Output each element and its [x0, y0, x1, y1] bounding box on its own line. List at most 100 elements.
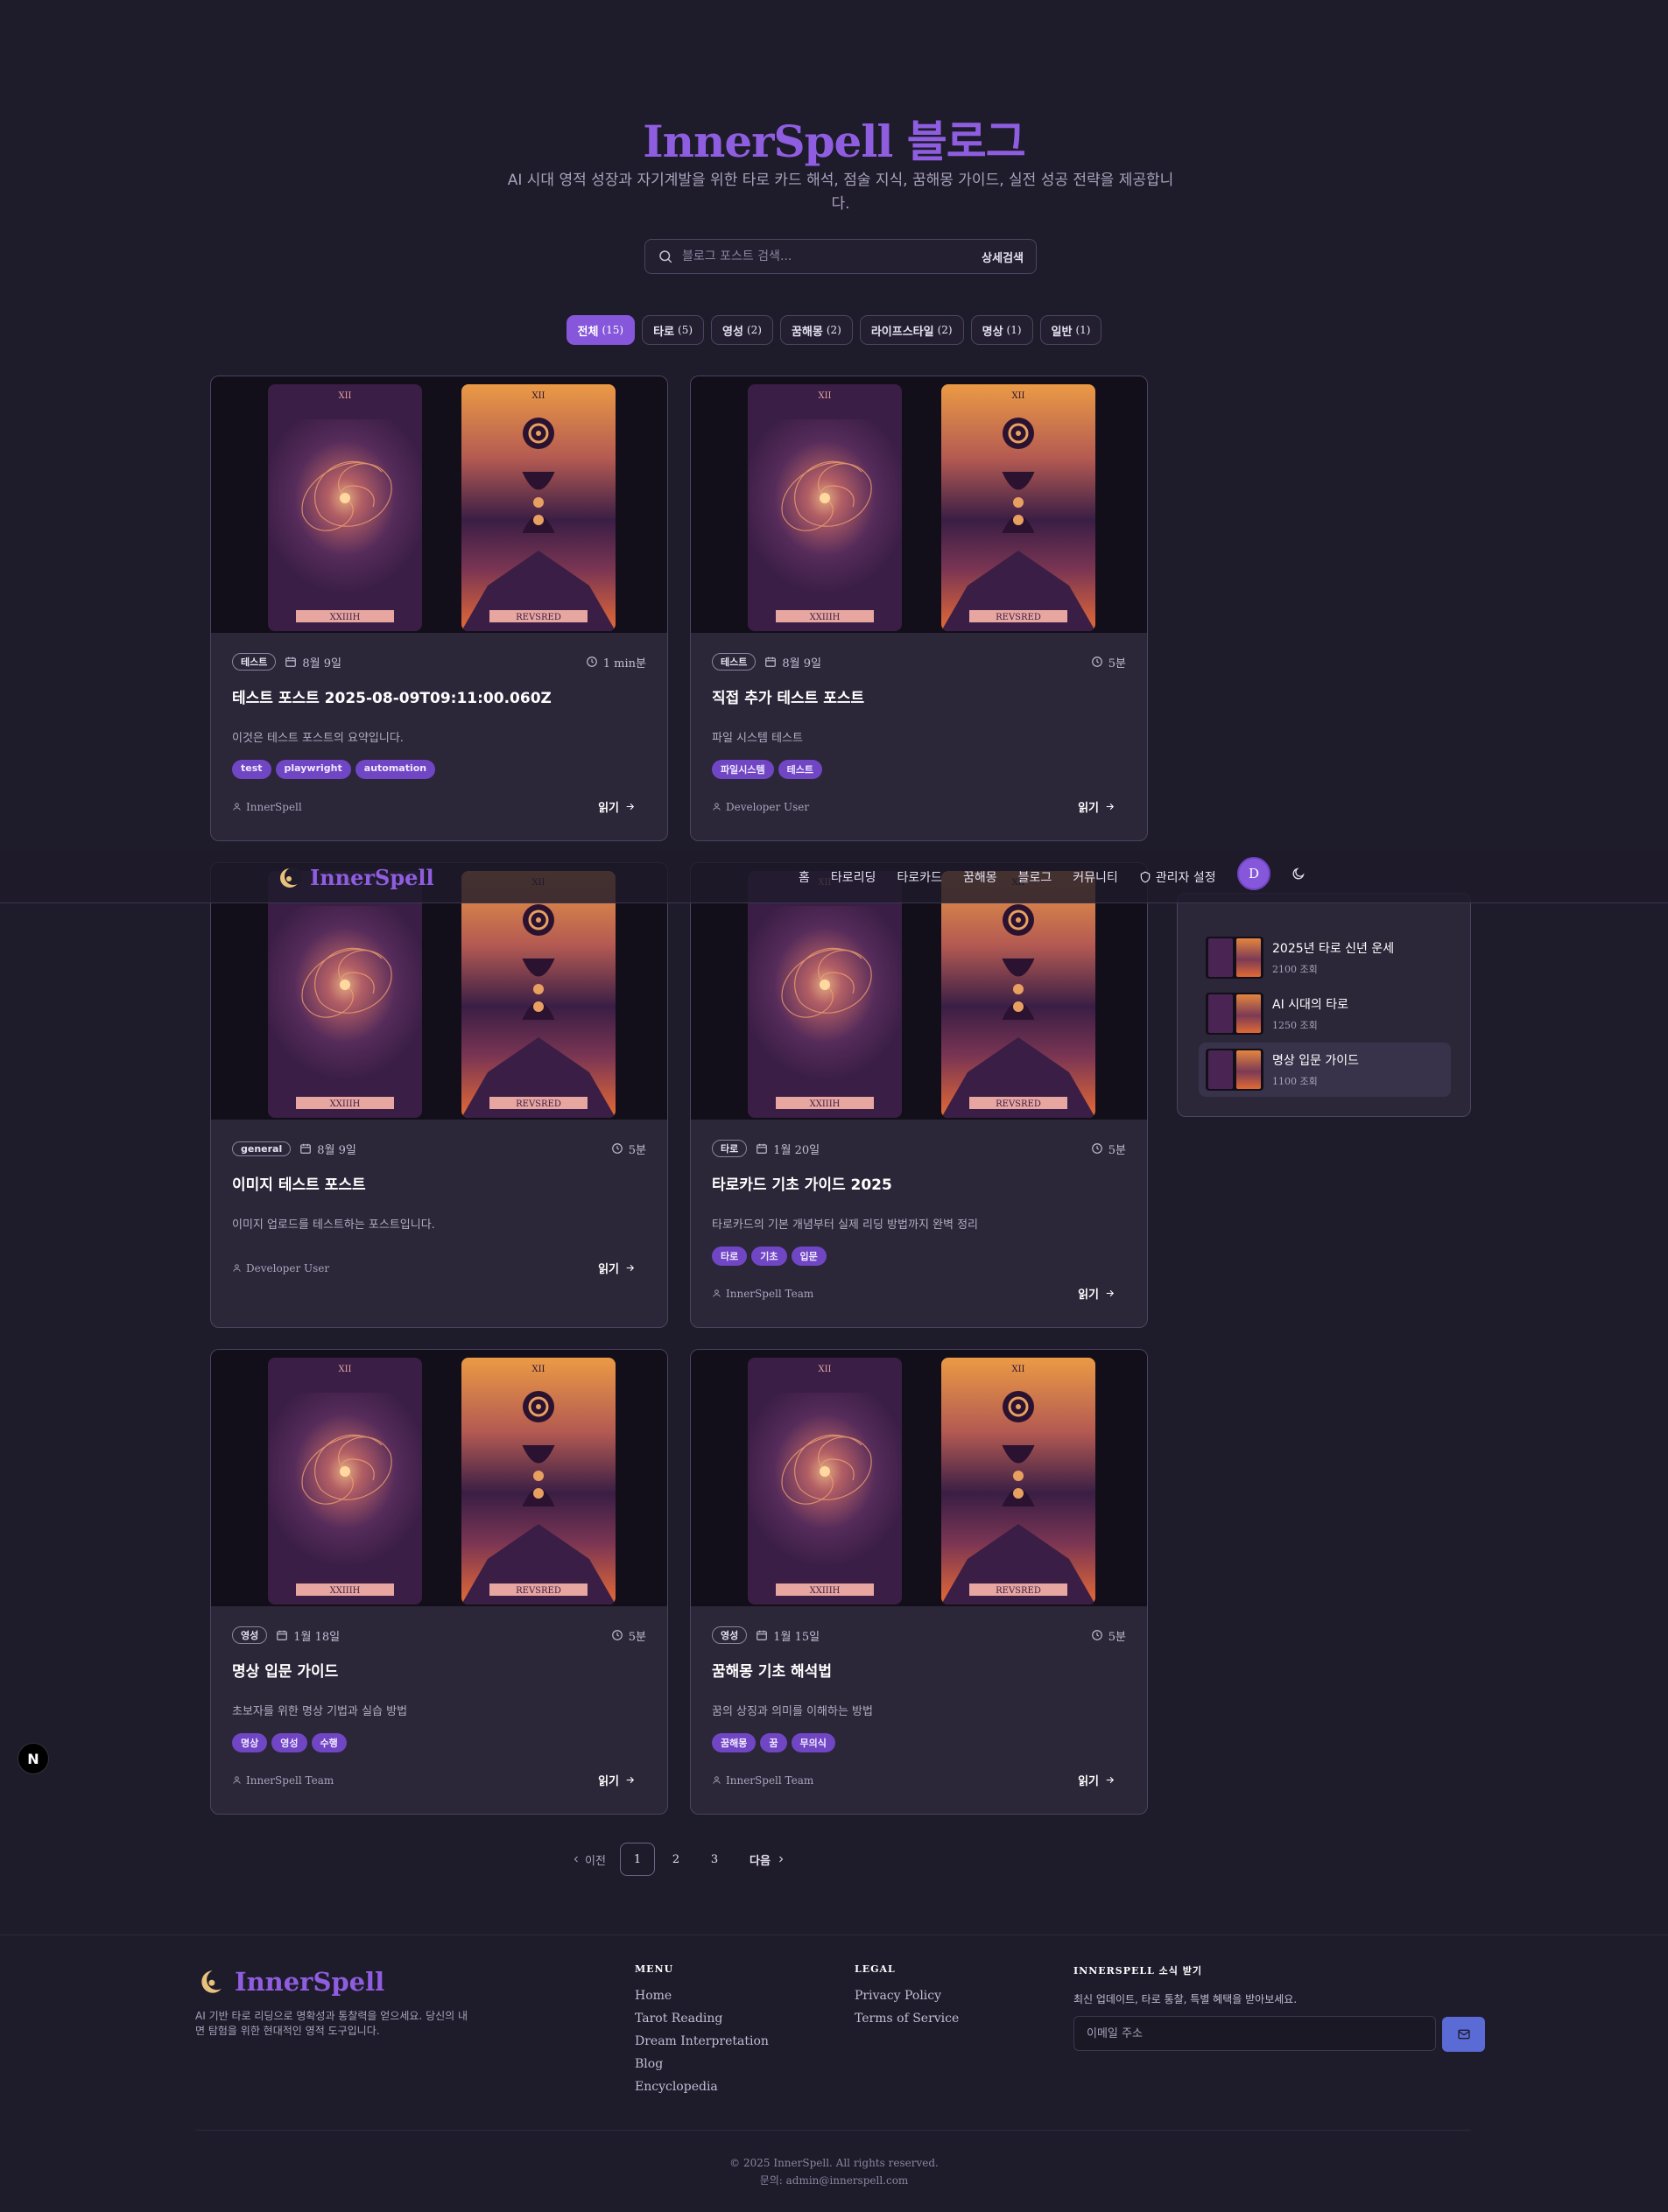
post-tag[interactable]: test [232, 760, 271, 779]
read-more-button[interactable]: 읽기 [1078, 798, 1116, 815]
nav-tarot-reading[interactable]: 타로리딩 [831, 868, 876, 886]
post-tag[interactable]: 명상 [232, 1733, 268, 1752]
next-page-button[interactable]: 다음 [737, 1843, 799, 1876]
search-input[interactable] [682, 249, 982, 263]
read-more-button[interactable]: 읽기 [598, 1260, 636, 1276]
filter-general[interactable]: 일반 (1) [1039, 315, 1102, 345]
post-title[interactable]: 이미지 테스트 포스트 [232, 1172, 646, 1194]
user-icon [713, 1289, 721, 1297]
search-icon [659, 250, 672, 263]
nav-home[interactable]: 홈 [799, 868, 810, 886]
user-icon [713, 1776, 721, 1784]
footer-link-encyclopedia[interactable]: Encyclopedia [635, 2080, 769, 2094]
post-title[interactable]: 꿈해몽 기초 해석법 [712, 1659, 1126, 1681]
page-2[interactable]: 2 [658, 1843, 693, 1876]
read-more-button[interactable]: 읽기 [1078, 1285, 1116, 1302]
read-more-button[interactable]: 읽기 [1078, 1772, 1116, 1788]
prev-label: 이전 [585, 1854, 606, 1868]
read-time: 5분 [628, 1143, 646, 1157]
post-date: 8월 9일 [317, 1143, 356, 1157]
post-tag[interactable]: 타로 [712, 1246, 748, 1266]
nav-tarot-cards[interactable]: 타로카드 [897, 868, 942, 886]
post-tag[interactable]: playwright [275, 760, 351, 779]
post-tags: 파일시스템 테스트 [712, 760, 1126, 779]
post-card[interactable]: XXIIIH XII REVSRED XII 영성 1월 15일 5분 꿈해몽 … [690, 1349, 1148, 1815]
filter-tarot[interactable]: 타로 (5) [642, 315, 705, 345]
post-tag[interactable]: 테스트 [778, 760, 822, 779]
filter-all[interactable]: 전체 (15) [566, 315, 636, 345]
tarot-card-image: REVSRED XII [461, 1358, 616, 1605]
post-card[interactable]: XXIIIH XII REVSRED XII 테스트 8월 9일 1 min분 … [210, 376, 668, 841]
svg-text:REVSRED: REVSRED [516, 613, 561, 622]
read-more-button[interactable]: 읽기 [598, 798, 636, 815]
post-title[interactable]: 직접 추가 테스트 포스트 [712, 685, 1126, 707]
post-author: InnerSpell [246, 800, 302, 813]
post-author: Developer User [246, 1261, 330, 1275]
newsletter-email-input[interactable] [1087, 2026, 1423, 2040]
prev-page-button[interactable]: 이전 [560, 1843, 616, 1876]
post-card[interactable]: XXIIIH XII REVSRED XII general 8월 9일 5분 … [210, 862, 668, 1328]
post-tag[interactable]: 수행 [311, 1733, 347, 1752]
popular-item[interactable]: AI 시대의 타로 1250 조회 [1199, 987, 1451, 1041]
newsletter-submit-button[interactable] [1442, 2017, 1485, 2052]
nav-blog[interactable]: 블로그 [1018, 868, 1052, 886]
post-tag[interactable]: automation [355, 760, 436, 779]
calendar-icon [757, 1630, 768, 1640]
popular-item[interactable]: 명상 입문 가이드 1100 조회 [1199, 1043, 1451, 1097]
nav-dream[interactable]: 꿈해몽 [963, 868, 997, 886]
footer-link-terms[interactable]: Terms of Service [855, 2012, 959, 2026]
advanced-search-button[interactable]: 상세검색 [982, 249, 1024, 265]
brand-name: InnerSpell [310, 865, 434, 890]
footer-link-dream[interactable]: Dream Interpretation [635, 2034, 769, 2048]
nav-links: 홈 타로리딩 타로카드 꿈해몽 블로그 커뮤니티 관리자 설정 [799, 851, 1216, 903]
user-avatar[interactable]: D [1237, 857, 1270, 890]
post-tag[interactable]: 무의식 [791, 1733, 835, 1752]
svg-text:XXIIIH: XXIIIH [810, 1099, 841, 1109]
post-tag[interactable]: 입문 [791, 1246, 827, 1266]
moon-icon[interactable] [1291, 867, 1306, 881]
footer-link-home[interactable]: Home [635, 1989, 769, 2003]
footer-link-tarot[interactable]: Tarot Reading [635, 2012, 769, 2026]
filter-count: (15) [602, 324, 624, 336]
filter-lifestyle[interactable]: 라이프스타일 (2) [859, 315, 964, 345]
category-badge: 영성 [712, 1626, 748, 1644]
nav-community[interactable]: 커뮤니티 [1073, 868, 1118, 886]
post-card[interactable]: XXIIIH XII REVSRED XII 영성 1월 18일 5분 명상 입… [210, 1349, 668, 1815]
filter-dream[interactable]: 꿈해몽 (2) [779, 315, 853, 345]
read-more-button[interactable]: 읽기 [598, 1772, 636, 1788]
footer-legal: LEGAL Privacy Policy Terms of Service [855, 1963, 959, 2034]
post-card[interactable]: XXIIIH XII REVSRED XII 타로 1월 20일 5분 타로카드… [690, 862, 1148, 1328]
page-3[interactable]: 3 [697, 1843, 732, 1876]
tarot-card-image: XXIIIH XII [748, 1358, 902, 1605]
read-time: 5분 [1108, 1630, 1126, 1644]
popular-item[interactable]: 2025년 타로 신년 운세 2100 조회 [1199, 930, 1451, 985]
category-badge: 테스트 [232, 653, 277, 671]
svg-text:XXIIIH: XXIIIH [330, 1586, 361, 1596]
footer-copyright: © 2025 InnerSpell. All rights reserved. … [0, 2154, 1668, 2189]
post-title[interactable]: 명상 입문 가이드 [232, 1659, 646, 1681]
post-tag[interactable]: 파일시스템 [712, 760, 774, 779]
post-title[interactable]: 테스트 포스트 2025-08-09T09:11:00.060Z [232, 685, 646, 707]
svg-text:REVSRED: REVSRED [516, 1586, 561, 1596]
user-icon [233, 1264, 241, 1272]
brand-logo[interactable]: InnerSpell [278, 865, 434, 890]
page-1[interactable]: 1 [620, 1843, 655, 1876]
post-tag[interactable]: 꿈 [760, 1733, 787, 1752]
post-card[interactable]: XXIIIH XII REVSRED XII 테스트 8월 9일 5분 직접 추… [690, 376, 1148, 841]
post-tag[interactable]: 꿈해몽 [712, 1733, 757, 1752]
read-label: 읽기 [1078, 802, 1099, 815]
filter-meditation[interactable]: 명상 (1) [970, 315, 1033, 345]
footer-logo[interactable]: InnerSpell [200, 1967, 384, 1997]
footer-link-blog[interactable]: Blog [635, 2057, 769, 2071]
filter-spirituality[interactable]: 영성 (2) [711, 315, 773, 345]
popular-posts-panel: 2025년 타로 신년 운세 2100 조회 AI 시대의 타로 1250 조회 명… [1177, 893, 1471, 1117]
filter-label: 명상 [982, 325, 1003, 339]
post-tag[interactable]: 기초 [751, 1246, 787, 1266]
svg-text:REVSRED: REVSRED [996, 1099, 1041, 1109]
post-title[interactable]: 타로카드 기초 가이드 2025 [712, 1172, 1126, 1194]
nav-admin-settings[interactable]: 관리자 설정 [1139, 868, 1216, 886]
footer-link-privacy[interactable]: Privacy Policy [855, 1989, 959, 2003]
post-tag[interactable]: 영성 [271, 1733, 307, 1752]
svg-text:XXIIIH: XXIIIH [810, 613, 841, 622]
nextjs-badge[interactable]: N [18, 1743, 49, 1774]
